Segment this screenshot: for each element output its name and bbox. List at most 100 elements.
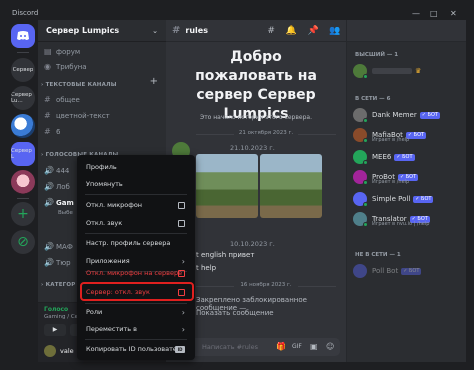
channel-label: Трибуна xyxy=(56,62,87,71)
speaker-icon: 🔊 xyxy=(44,258,54,267)
member-group-label: В СЕТИ — 6 xyxy=(355,96,391,102)
menu-label: Переместить в xyxy=(86,325,138,333)
member-item[interactable]: Translator ✓ БОТ Играет в nvu.io | /help xyxy=(353,210,463,228)
menu-label: Профиль xyxy=(86,163,117,171)
explore-servers-icon[interactable]: ⊘ xyxy=(11,230,35,254)
show-message-link[interactable]: Показать сообщение xyxy=(196,309,274,317)
avatar xyxy=(353,150,368,165)
menu-item-move-to[interactable]: Переместить в › xyxy=(81,321,191,337)
server-list: Сервер Сервер Lu... Сервер L + ⊘ xyxy=(8,20,38,362)
member-group-label: ВЫСШИЙ — 1 xyxy=(355,52,399,58)
menu-item-mention[interactable]: Упомянуть xyxy=(81,176,191,192)
member-name: Poll Bot xyxy=(372,267,399,275)
member-item[interactable]: MEE6 ✓ БОТ xyxy=(353,148,463,166)
maximize-button[interactable]: □ xyxy=(430,8,438,19)
threads-icon[interactable]: # xyxy=(267,26,275,36)
message-composer[interactable]: Написать #rules 🎁 GIF ▣ ☺ xyxy=(172,338,340,356)
voice-status: Голосо xyxy=(44,306,69,313)
menu-label: Откл. звук xyxy=(86,219,123,227)
menu-item-mute-mic[interactable]: Откл. микрофон xyxy=(81,197,191,213)
close-button[interactable]: ✕ xyxy=(450,8,457,19)
channel-label: Лоб xyxy=(56,182,70,191)
user-context-menu: Профиль Упомянуть Откл. микрофон Откл. з… xyxy=(77,155,195,360)
channel-forum[interactable]: ▤ форум xyxy=(44,45,160,58)
crown-icon: ♛ xyxy=(415,67,422,75)
checkbox[interactable] xyxy=(178,201,185,209)
member-item[interactable]: ProBot ✓ БОТ Играет в /help xyxy=(353,168,463,186)
welcome-title: Добро пожаловать на сервер Сервер Lumpic… xyxy=(166,48,346,124)
checkbox[interactable] xyxy=(178,219,185,227)
menu-item-server-profile[interactable]: Настр. профиль сервера xyxy=(81,235,191,251)
channel-colored-text[interactable]: # цветной-текст xyxy=(44,109,160,122)
menu-label: Откл. микрофон на сервере xyxy=(86,269,183,277)
channel-label: общее xyxy=(56,95,80,104)
add-server-icon[interactable]: + xyxy=(11,202,35,226)
stage-icon: ◉ xyxy=(44,62,51,71)
welcome-text: Добро пожаловать на сервер Сервер Lumpic… xyxy=(195,49,317,122)
speaker-icon: 🔊 xyxy=(44,242,54,251)
category-text-channels[interactable]: › ТЕКСТОВЫЕ КАНАЛЫ xyxy=(41,82,117,88)
avatar[interactable] xyxy=(44,345,56,357)
minimize-button[interactable]: — xyxy=(412,8,420,19)
member-name: MEE6 xyxy=(372,153,392,161)
category-collapsed[interactable]: › КАТЕГОР xyxy=(41,282,75,288)
hash-icon: # xyxy=(44,127,51,136)
channel-6[interactable]: # 6 xyxy=(44,125,160,138)
menu-item-deafen[interactable]: Откл. звук xyxy=(81,215,191,231)
welcome-subtitle: Это начало истории этого сервера. xyxy=(200,114,312,121)
member-item[interactable]: Simple Poll ✓ БОТ xyxy=(353,190,463,208)
member-item[interactable]: MafiaBot ✓ БОТ Играет в /help xyxy=(353,126,463,144)
menu-divider xyxy=(85,339,187,340)
member-name: Simple Poll xyxy=(372,195,411,203)
forum-icon: ▤ xyxy=(44,47,52,56)
guild-anime-server[interactable] xyxy=(11,170,35,194)
member-name: Dank Memer xyxy=(372,111,417,119)
attached-photo[interactable] xyxy=(196,154,258,218)
member-status: Играет в /help xyxy=(372,137,410,143)
avatar xyxy=(353,192,368,207)
guild-image-server[interactable] xyxy=(11,114,35,138)
checkbox[interactable] xyxy=(178,269,185,277)
menu-item-copy-user-id[interactable]: Копировать ID пользователя ID xyxy=(81,341,191,357)
discord-home-icon[interactable] xyxy=(11,24,35,48)
avatar xyxy=(353,264,367,278)
menu-label: Упомянуть xyxy=(86,180,123,188)
bot-badge: ✓ БОТ xyxy=(401,267,422,275)
channel-sublabel: Выбе xyxy=(58,209,73,216)
channel-tribune[interactable]: ◉ Трибуна xyxy=(44,60,160,73)
member-list: ВЫСШИЙ — 1 ♛ В СЕТИ — 6 Dank Memer ✓ БОТ… xyxy=(346,20,466,362)
bell-icon[interactable]: 🔔 xyxy=(286,26,297,36)
date-divider: 16 ноября 2023 г. xyxy=(196,282,336,290)
add-channel-icon[interactable]: + xyxy=(150,76,158,87)
members-icon[interactable]: 👥 xyxy=(329,26,340,36)
menu-item-server-mute[interactable]: Откл. микрофон на сервере xyxy=(81,265,191,281)
attached-photo[interactable] xyxy=(260,154,322,218)
guild-server[interactable]: Сервер xyxy=(11,58,35,82)
gif-icon[interactable]: GIF xyxy=(292,343,302,350)
guild-server-l-active[interactable]: Сервер L xyxy=(11,142,35,166)
gift-icon[interactable]: 🎁 xyxy=(276,342,286,351)
channel-label: форум xyxy=(56,47,81,56)
member-item[interactable]: ♛ xyxy=(353,62,463,80)
menu-item-profile[interactable]: Профиль xyxy=(81,159,191,175)
menu-item-roles[interactable]: Роли › xyxy=(81,304,191,320)
pin-icon[interactable]: 📌 xyxy=(307,26,318,36)
emoji-icon[interactable]: ☺ xyxy=(326,342,334,351)
guild-server-lumpics[interactable]: Сервер Lu... xyxy=(11,86,35,110)
speaker-icon: 🔊 xyxy=(44,166,54,175)
server-header[interactable]: Сервер Lumpics ⌄ xyxy=(38,20,166,42)
menu-divider xyxy=(85,233,187,234)
header-toolbar: # 🔔 📌 👥 xyxy=(262,20,346,42)
channel-label: Тюр xyxy=(56,258,71,267)
menu-label: Приложения xyxy=(86,257,130,265)
sticker-icon[interactable]: ▣ xyxy=(310,342,318,351)
member-list-header xyxy=(347,20,466,42)
composer-placeholder: Написать #rules xyxy=(202,343,259,351)
member-item[interactable]: Poll Bot ✓ БОТ xyxy=(353,262,463,280)
member-status: Играет в /help xyxy=(372,179,410,185)
video-icon[interactable]: ▶ xyxy=(44,324,66,336)
member-item[interactable]: Dank Memer ✓ БОТ xyxy=(353,106,463,124)
bot-badge: ✓ БОТ xyxy=(419,111,440,119)
channel-general[interactable]: # общее xyxy=(44,93,160,106)
window-titlebar: Discord — □ ✕ xyxy=(8,8,466,20)
